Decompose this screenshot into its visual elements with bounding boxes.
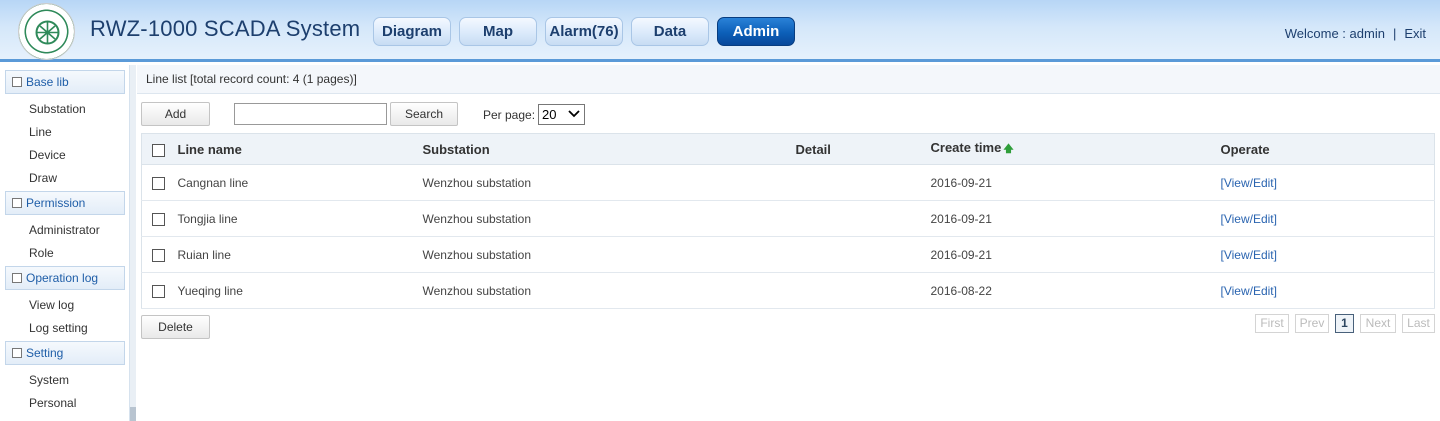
cell-create-time: 2016-09-21 bbox=[930, 164, 1221, 201]
cell-line-name: Tongjia line bbox=[177, 200, 423, 237]
sort-ascending-icon: 🡅 bbox=[1003, 143, 1014, 155]
table-header-row: Line name Substation Detail Create time 🡅… bbox=[141, 133, 1435, 165]
chevron-down-icon bbox=[568, 110, 580, 118]
sidebar-item-administrator[interactable]: Administrator bbox=[29, 223, 100, 237]
select-all-checkbox[interactable] bbox=[152, 143, 165, 157]
collapse-box-icon bbox=[12, 348, 22, 358]
sidebar-item-substation[interactable]: Substation bbox=[29, 102, 86, 116]
header-separator: | bbox=[1392, 26, 1397, 41]
delete-button[interactable]: Delete bbox=[141, 315, 210, 339]
header-bar: RWZ-1000 SCADA System Diagram Map Alarm(… bbox=[0, 0, 1440, 62]
collapse-box-icon bbox=[12, 77, 22, 87]
cell-create-time: 2016-09-21 bbox=[930, 236, 1221, 273]
sidebar-item-device[interactable]: Device bbox=[29, 148, 66, 162]
nav-data-button[interactable]: Data bbox=[631, 17, 709, 46]
sidebar-group-label: Permission bbox=[26, 196, 86, 210]
view-edit-link[interactable]: [View/Edit] bbox=[1221, 176, 1277, 190]
cell-line-name: Ruian line bbox=[177, 236, 423, 273]
user-info: Welcome : admin | Exit bbox=[1285, 26, 1426, 41]
nav-diagram-button[interactable]: Diagram bbox=[373, 17, 451, 46]
view-edit-link[interactable]: [View/Edit] bbox=[1221, 248, 1277, 262]
table-row: Yueqing line Wenzhou substation 2016-08-… bbox=[141, 272, 1435, 309]
column-header-substation[interactable]: Substation bbox=[422, 133, 796, 165]
cell-substation: Wenzhou substation bbox=[422, 164, 796, 201]
sidebar-item-line[interactable]: Line bbox=[29, 125, 52, 139]
column-header-label: Create time bbox=[930, 139, 1002, 155]
company-logo-icon bbox=[18, 3, 75, 60]
sidebar-group-label: Setting bbox=[26, 346, 64, 360]
view-edit-link[interactable]: [View/Edit] bbox=[1221, 212, 1277, 226]
column-header-operate: Operate bbox=[1220, 133, 1435, 165]
sidebar-group-setting[interactable]: Setting bbox=[5, 341, 125, 365]
sidebar-group-permission[interactable]: Permission bbox=[5, 191, 125, 215]
add-button[interactable]: Add bbox=[141, 102, 210, 126]
column-header-create-time[interactable]: Create time 🡅 bbox=[930, 133, 1221, 165]
exit-link[interactable]: Exit bbox=[1404, 26, 1426, 41]
welcome-text: Welcome : admin bbox=[1284, 26, 1385, 41]
sidebar-item-role[interactable]: Role bbox=[29, 246, 54, 260]
sidebar-item-system[interactable]: System bbox=[29, 373, 69, 387]
table-row: Ruian line Wenzhou substation 2016-09-21… bbox=[141, 236, 1435, 273]
search-input[interactable] bbox=[234, 103, 387, 125]
sidebar-group-label: Operation log bbox=[26, 271, 99, 285]
per-page-label: Per page: bbox=[483, 108, 536, 122]
collapse-box-icon bbox=[12, 273, 22, 283]
row-checkbox[interactable] bbox=[152, 176, 165, 190]
sidebar-group-label: Base lib bbox=[26, 75, 69, 89]
cell-line-name: Yueqing line bbox=[177, 272, 423, 309]
nav-alarm-button[interactable]: Alarm(76) bbox=[545, 17, 623, 46]
main-content: Line list [total record count: 4 (1 page… bbox=[137, 65, 1440, 421]
cell-detail bbox=[795, 200, 931, 237]
cell-substation: Wenzhou substation bbox=[422, 200, 796, 237]
cell-detail bbox=[795, 164, 931, 201]
pagination: First Prev 1 Next Last bbox=[1255, 314, 1435, 333]
list-caption: Line list [total record count: 4 (1 page… bbox=[137, 65, 1440, 94]
sidebar-group-base-lib[interactable]: Base lib bbox=[5, 70, 125, 94]
cell-detail bbox=[795, 236, 931, 273]
sidebar-item-draw[interactable]: Draw bbox=[29, 171, 57, 185]
cell-substation: Wenzhou substation bbox=[422, 272, 796, 309]
app-title: RWZ-1000 SCADA System bbox=[90, 16, 361, 41]
sidebar-item-view-log[interactable]: View log bbox=[29, 298, 74, 312]
cell-create-time: 2016-08-22 bbox=[930, 272, 1221, 309]
table-row: Cangnan line Wenzhou substation 2016-09-… bbox=[141, 164, 1435, 201]
nav-map-button[interactable]: Map bbox=[459, 17, 537, 46]
sidebar-item-personal[interactable]: Personal bbox=[29, 396, 76, 410]
sidebar: Base lib Substation Line Device Draw Per… bbox=[0, 65, 130, 421]
view-edit-link[interactable]: [View/Edit] bbox=[1221, 284, 1277, 298]
cell-create-time: 2016-09-21 bbox=[930, 200, 1221, 237]
nav-admin-button[interactable]: Admin bbox=[717, 17, 795, 46]
cell-substation: Wenzhou substation bbox=[422, 236, 796, 273]
row-checkbox[interactable] bbox=[152, 248, 165, 262]
sidebar-group-operation-log[interactable]: Operation log bbox=[5, 266, 125, 290]
per-page-select[interactable]: 20 bbox=[538, 104, 585, 125]
pager-first-button[interactable]: First bbox=[1255, 314, 1289, 333]
pager-current-page[interactable]: 1 bbox=[1335, 314, 1354, 333]
column-header-line-name[interactable]: Line name bbox=[177, 133, 423, 165]
line-table: Line name Substation Detail Create time 🡅… bbox=[141, 133, 1435, 309]
scrollbar-thumb[interactable] bbox=[130, 407, 136, 421]
pager-prev-button[interactable]: Prev bbox=[1295, 314, 1329, 333]
table-row: Tongjia line Wenzhou substation 2016-09-… bbox=[141, 200, 1435, 237]
sidebar-scrollbar[interactable] bbox=[130, 65, 136, 421]
pager-last-button[interactable]: Last bbox=[1402, 314, 1435, 333]
column-header-detail[interactable]: Detail bbox=[795, 133, 931, 165]
row-checkbox[interactable] bbox=[152, 284, 165, 298]
per-page-value: 20 bbox=[542, 107, 557, 122]
row-checkbox[interactable] bbox=[152, 212, 165, 226]
collapse-box-icon bbox=[12, 198, 22, 208]
search-button[interactable]: Search bbox=[390, 102, 458, 126]
cell-detail bbox=[795, 272, 931, 309]
sidebar-item-log-setting[interactable]: Log setting bbox=[29, 321, 88, 335]
pager-next-button[interactable]: Next bbox=[1360, 314, 1396, 333]
cell-line-name: Cangnan line bbox=[177, 164, 423, 201]
